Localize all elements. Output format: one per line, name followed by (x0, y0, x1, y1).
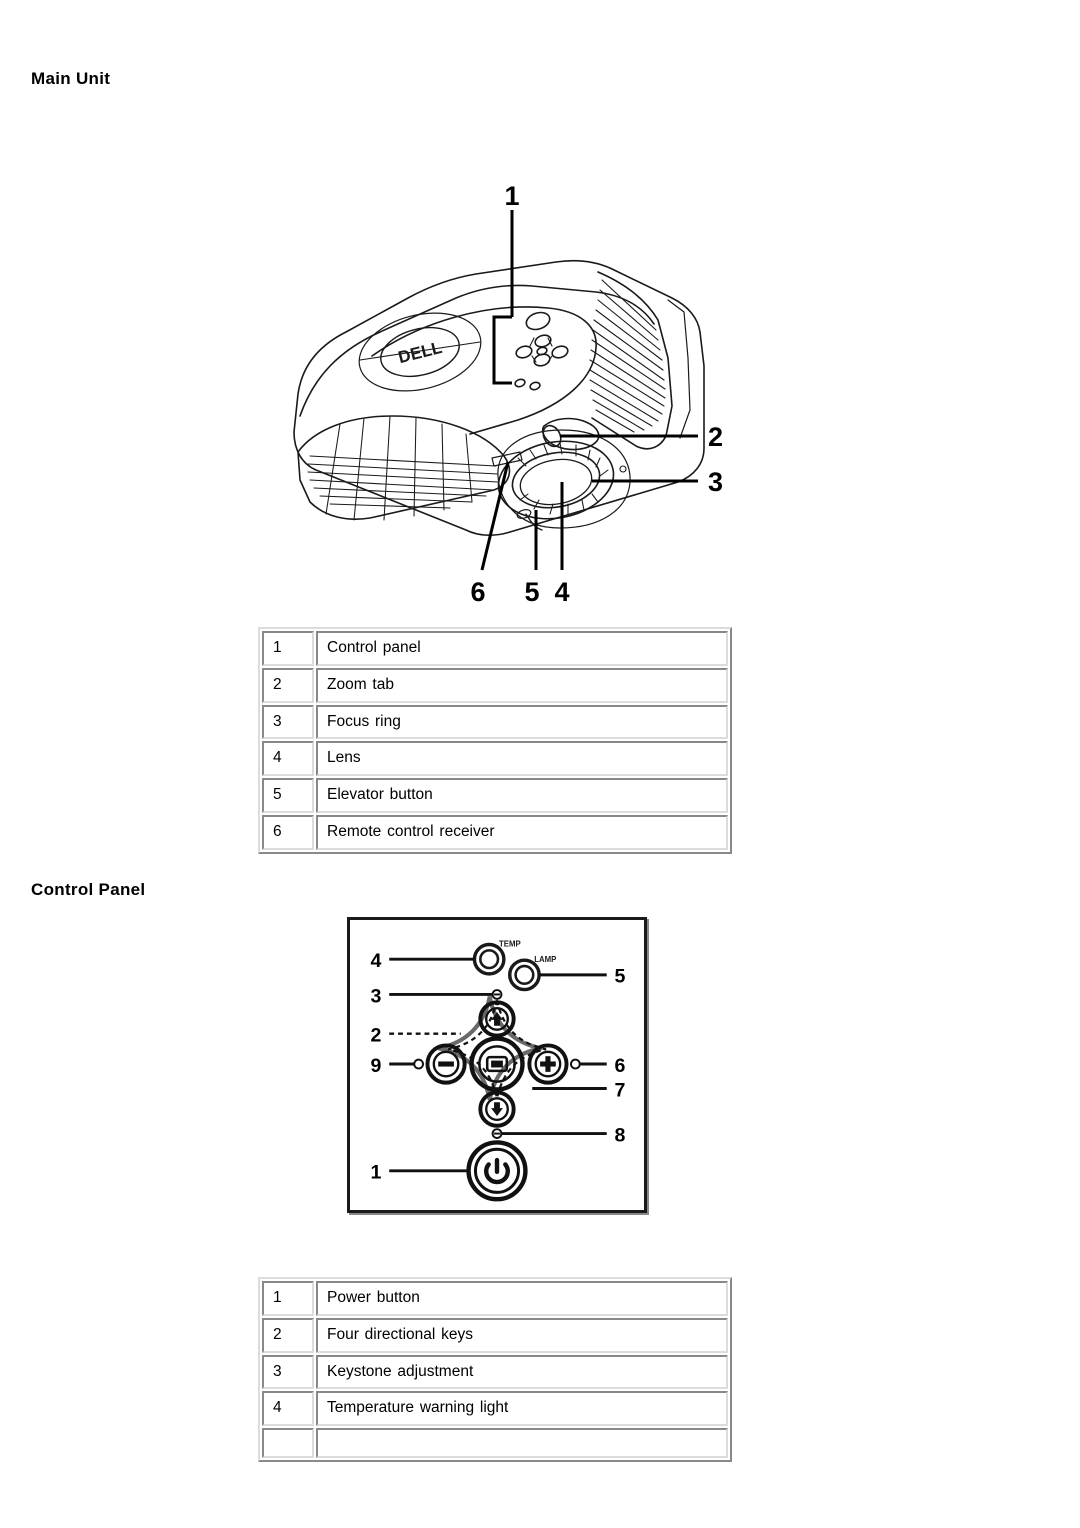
key-menu (469, 1036, 525, 1092)
cp-callout-9: 9 (371, 1055, 382, 1077)
callout-5: 5 (524, 577, 539, 607)
table-row: 4 Temperature warning light (262, 1391, 728, 1427)
cp-callout-3: 3 (371, 985, 382, 1007)
temp-label: TEMP (499, 939, 521, 948)
lamp-label: LAMP (534, 955, 556, 964)
key-down (478, 1090, 516, 1128)
table-row: 2 Four directional keys (262, 1317, 728, 1353)
callout-3: 3 (708, 467, 723, 497)
row-label: Power button (316, 1281, 728, 1316)
control-panel-illustration: TEMP LAMP 4 5 3 2 9 6 7 8 1 (347, 917, 647, 1213)
page-title-control-panel: Control Panel (31, 880, 146, 899)
control-panel-legend-table: 1 Power button 2 Four directional keys 3… (258, 1277, 732, 1463)
row-number: 6 (262, 815, 314, 850)
power-button-icon (466, 1140, 528, 1202)
row-number: 2 (262, 1317, 314, 1353)
cp-callout-6: 6 (615, 1055, 626, 1077)
cp-callout-1: 1 (371, 1162, 382, 1184)
row-label: Remote control receiver (316, 815, 728, 850)
row-label: Control panel (316, 631, 728, 666)
table-row: 1 Power button (262, 1281, 728, 1316)
table-row-partial (262, 1428, 728, 1459)
row-label: Zoom tab (316, 667, 728, 703)
row-number: 4 (262, 741, 314, 777)
keystone-nub-bottom (491, 1128, 503, 1139)
key-minus (425, 1043, 467, 1085)
table-row: 1 Control panel (262, 631, 728, 666)
cp-callout-4: 4 (371, 950, 382, 972)
key-up (478, 1000, 516, 1038)
row-label: Elevator button (316, 778, 728, 814)
main-unit-legend-table: 1 Control panel 2 Zoom tab 3 Focus ring … (258, 627, 732, 854)
row-label (316, 1428, 728, 1459)
cp-callout-7: 7 (615, 1079, 626, 1101)
callout-6: 6 (470, 577, 485, 607)
row-number: 5 (262, 778, 314, 814)
row-number: 3 (262, 1354, 314, 1390)
temp-indicator-icon (472, 942, 506, 976)
cp-callout-5: 5 (615, 966, 626, 988)
volume-nub-left (413, 1058, 425, 1070)
dell-brand-text: DELL (396, 338, 444, 367)
cp-callout-2: 2 (371, 1024, 382, 1046)
row-label: Keystone adjustment (316, 1354, 728, 1390)
page-title-main-unit: Main Unit (31, 69, 111, 88)
row-number: 2 (262, 667, 314, 703)
cp-callout-8: 8 (615, 1124, 626, 1146)
table-row: 2 Zoom tab (262, 667, 728, 703)
table-row: 3 Keystone adjustment (262, 1354, 728, 1390)
row-label: Lens (316, 741, 728, 777)
callout-4: 4 (554, 577, 569, 607)
lamp-indicator-icon (508, 958, 541, 992)
key-plus (527, 1043, 569, 1085)
row-number: 1 (262, 1281, 314, 1316)
callout-1: 1 (504, 181, 519, 211)
table-row: 4 Lens (262, 741, 728, 777)
row-number (262, 1428, 314, 1459)
table-row: 5 Elevator button (262, 778, 728, 814)
callout-2: 2 (708, 422, 723, 452)
keystone-nub-top (491, 989, 503, 1000)
table-row: 3 Focus ring (262, 704, 728, 740)
row-number: 4 (262, 1391, 314, 1427)
row-label: Four directional keys (316, 1317, 728, 1353)
volume-nub-right (569, 1058, 581, 1070)
row-label: Temperature warning light (316, 1391, 728, 1427)
row-number: 3 (262, 704, 314, 740)
table-row: 6 Remote control receiver (262, 815, 728, 850)
row-number: 1 (262, 631, 314, 666)
row-label: Focus ring (316, 704, 728, 740)
main-unit-projector-illustration: DELL 1 2 3 4 5 6 (280, 180, 742, 620)
